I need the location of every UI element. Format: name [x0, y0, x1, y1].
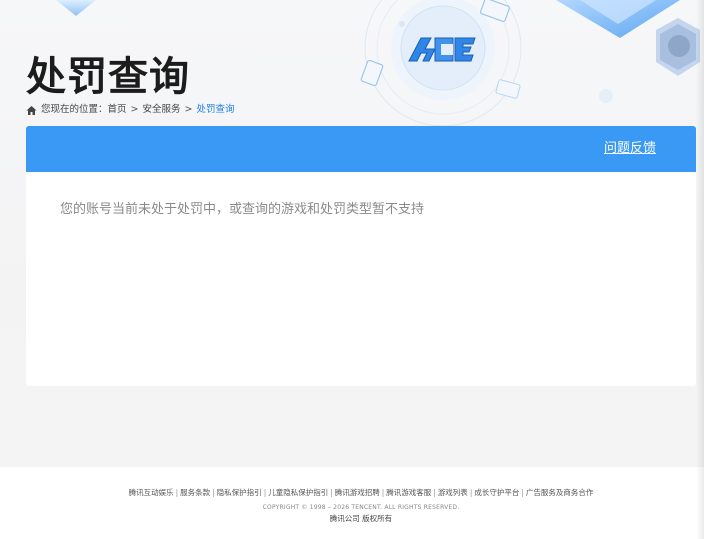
ace-logo — [405, 34, 481, 64]
breadcrumb-security-link[interactable]: 安全服务 — [143, 103, 181, 117]
copyright-text: COPYRIGHT © 1998 – 2026 TENCENT. ALL RIG… — [262, 504, 460, 511]
footer-separator: | — [263, 488, 267, 497]
footer-link-child-privacy[interactable]: 儿童隐私保护指引 — [268, 488, 328, 497]
footer-link-jobs[interactable]: 腾讯游戏招聘 — [335, 488, 380, 497]
footer-link-ads[interactable]: 广告服务及商务合作 — [526, 488, 594, 497]
panel-header: 问题反馈 — [26, 126, 696, 172]
footer-links: 腾讯互动娱乐 | 服务条款 | 隐私保护指引 | 儿童隐私保护指引 | 腾讯游戏招聘 | 腾讯游戏客… — [0, 488, 704, 498]
footer-separator: | — [521, 488, 524, 497]
home-icon — [26, 105, 37, 116]
result-panel: 问题反馈 您的账号当前未处于处罚中，或查询的游戏和处罚类型暂不支持 — [26, 126, 696, 386]
footer-separator: | — [469, 488, 473, 497]
result-notice: 您的账号当前未处于处罚中，或查询的游戏和处罚类型暂不支持 — [60, 202, 425, 217]
footer-link-privacy[interactable]: 隐私保护指引 — [217, 488, 262, 497]
footer-separator: | — [381, 488, 385, 497]
breadcrumb: 您现在的位置： 首页 > 安全服务 > 处罚查询 — [26, 103, 235, 117]
footer-link-terms[interactable]: 服务条款 — [180, 488, 210, 497]
breadcrumb-separator: > — [130, 104, 139, 115]
breadcrumb-separator: > — [184, 104, 193, 115]
footer-separator: | — [175, 488, 179, 497]
company-text: 腾讯公司 版权所有 — [329, 514, 393, 523]
page-title: 处罚查询 — [26, 53, 190, 100]
footer-link-support[interactable]: 腾讯游戏客服 — [386, 488, 431, 497]
feedback-link[interactable]: 问题反馈 — [604, 141, 656, 157]
footer-link-game-list[interactable]: 游戏列表 — [438, 488, 468, 497]
breadcrumb-home-link[interactable]: 首页 — [108, 103, 127, 117]
window-edge-shadow — [696, 0, 704, 539]
footer-separator: | — [212, 488, 215, 497]
breadcrumb-prefix: 您现在的位置： — [41, 104, 108, 115]
footer-separator: | — [433, 488, 436, 497]
footer-link-tencent-games[interactable]: 腾讯互动娱乐 — [129, 488, 174, 497]
ace-logo-icon — [408, 37, 476, 62]
footer-link-guardian[interactable]: 成长守护平台 — [474, 488, 519, 497]
breadcrumb-current: 处罚查询 — [196, 104, 235, 115]
footer: 腾讯互动娱乐 | 服务条款 | 隐私保护指引 | 儿童隐私保护指引 | 腾讯游戏招聘 | 腾讯游戏客… — [0, 467, 704, 539]
footer-separator: | — [330, 488, 333, 497]
